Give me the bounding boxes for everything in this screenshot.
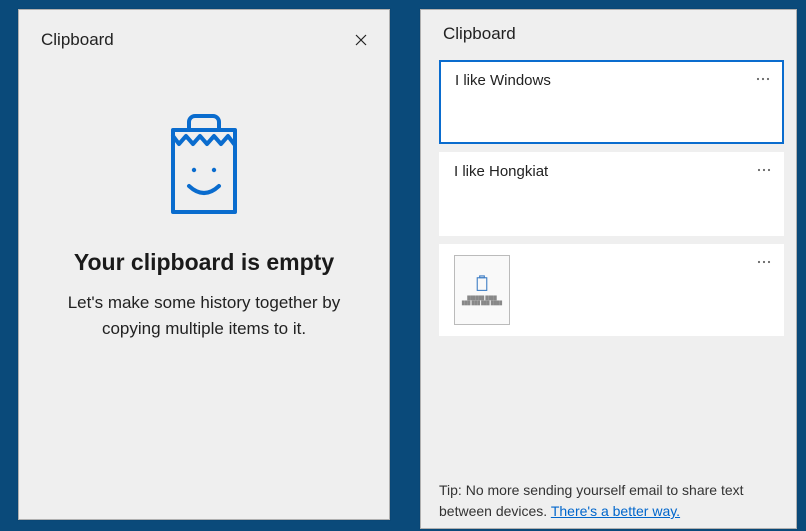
stage: Clipboard Your clipboard is e [0, 0, 806, 531]
empty-body: Let's make some history together by copy… [51, 290, 357, 343]
history-item-text: I like Windows [455, 72, 551, 89]
history-item[interactable]: I like Windows [439, 60, 784, 144]
history-item-text: I like Hongkiat [454, 163, 548, 180]
tip-bar: Tip: No more sending yourself email to s… [429, 474, 788, 522]
close-icon[interactable] [345, 24, 377, 56]
history-item[interactable]: I like Hongkiat [439, 152, 784, 236]
clipboard-smiley-icon [475, 275, 489, 292]
history-item-thumbnail: ██████ ███████ ███ ███ ████ [454, 255, 510, 325]
history-item[interactable]: ██████ ███████ ███ ███ ████ [439, 244, 784, 336]
clipboard-panel-history: Clipboard I like Windows I like Hongkiat [420, 9, 797, 529]
tip-link[interactable]: There's a better way. [551, 503, 680, 519]
panel-title: Clipboard [443, 24, 516, 44]
empty-state: Your clipboard is empty Let's make some … [19, 64, 389, 343]
panel-header: Clipboard [421, 10, 796, 52]
more-icon[interactable] [754, 70, 772, 88]
panel-title: Clipboard [41, 30, 114, 50]
thumbnail-caption: ██████ ███████ ███ ███ ████ [462, 296, 502, 306]
empty-heading: Your clipboard is empty [74, 249, 334, 276]
panel-header: Clipboard [19, 10, 389, 64]
clipboard-panel-empty: Clipboard Your clipboard is e [18, 9, 390, 520]
clipboard-smiley-icon [165, 112, 243, 221]
history-list: I like Windows I like Hongkiat ██████ ██… [421, 52, 796, 344]
more-icon[interactable] [755, 253, 773, 271]
more-icon[interactable] [755, 161, 773, 179]
